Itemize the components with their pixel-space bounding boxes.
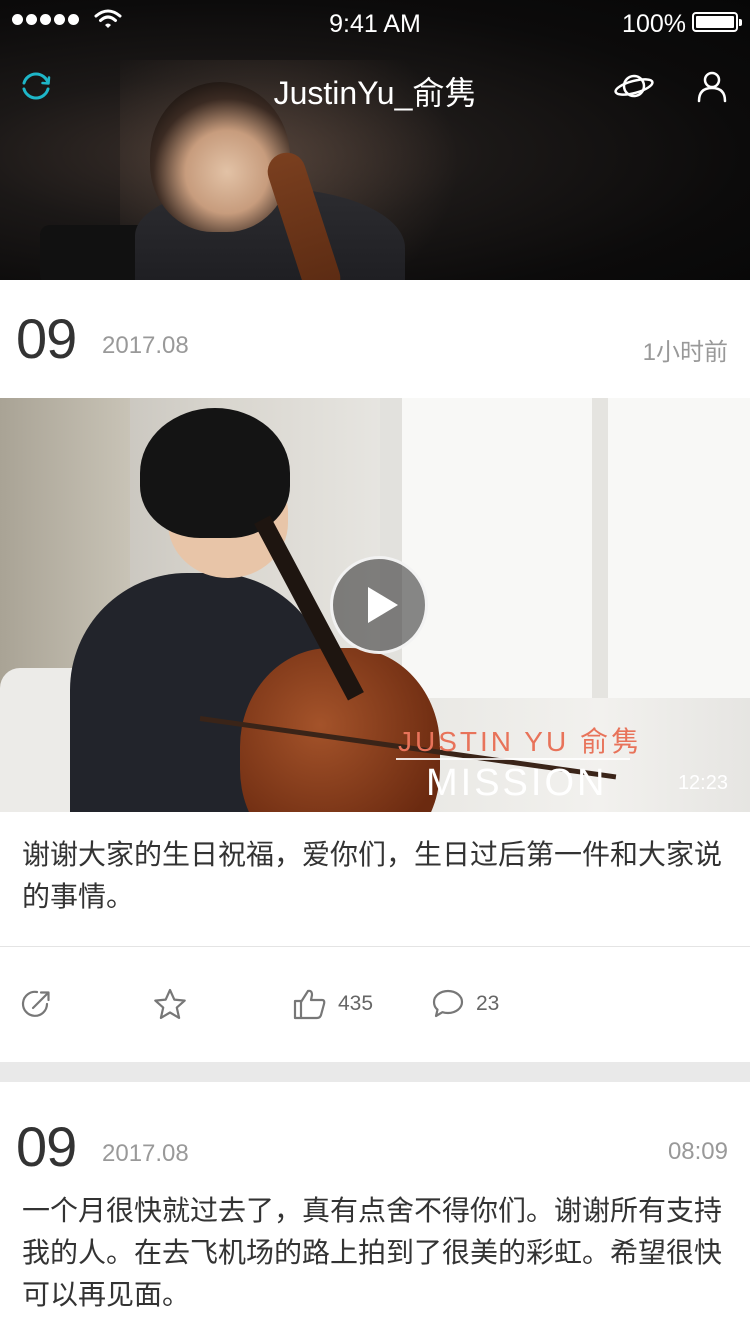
post-time-ago: 1小时前 <box>642 339 728 366</box>
feed-separator <box>0 1062 750 1082</box>
profile-button[interactable] <box>690 64 734 108</box>
post-day: 09 <box>16 307 77 370</box>
share-button[interactable] <box>20 984 54 1024</box>
like-count: 435 <box>338 992 374 1015</box>
share-icon <box>20 987 54 1021</box>
video-player[interactable]: JUSTIN YU 俞隽 MISSION 12:23 <box>0 398 750 812</box>
comment-icon <box>430 987 466 1021</box>
video-window <box>380 398 750 698</box>
comment-button[interactable]: 23 <box>430 984 499 1024</box>
comment-count: 23 <box>476 992 500 1015</box>
explore-button[interactable] <box>612 64 656 108</box>
user-icon <box>695 69 729 103</box>
nav-bar: JustinYu_俞隽 <box>0 44 750 132</box>
star-icon <box>152 987 188 1021</box>
post-caption: 一个月很快就过去了，真有点舍不得你们。谢谢所有支持我的人。在去飞机场的路上拍到了… <box>22 1195 723 1310</box>
favorite-button[interactable] <box>152 984 188 1024</box>
video-title-text: MISSION <box>426 762 608 804</box>
post-time: 08:09 <box>667 1138 728 1165</box>
post-divider <box>0 946 750 947</box>
post-year-month: 2017.08 <box>102 332 189 359</box>
post-year-month: 2017.08 <box>102 1140 189 1167</box>
post-caption: 谢谢大家的生日祝福，爱你们，生日过后第一件和大家说的事情。 <box>22 839 723 912</box>
video-duration: 12:23 <box>677 772 728 794</box>
video-brand-text: JUSTIN YU 俞隽 <box>398 726 642 757</box>
play-button[interactable] <box>330 556 428 654</box>
battery-icon <box>692 12 742 32</box>
play-icon <box>368 587 398 623</box>
thumbs-up-icon <box>292 987 328 1021</box>
like-button[interactable]: 435 <box>292 984 373 1024</box>
battery-percent: 100% <box>622 10 686 38</box>
status-bar: 9:41 AM 100% <box>0 0 750 44</box>
planet-icon <box>613 69 655 103</box>
video-brand-divider <box>396 758 630 760</box>
post-actions: 435 23 <box>0 966 750 1042</box>
post-1-header: 09 2017.08 1小时前 <box>0 280 750 398</box>
profile-header-hero: 9:41 AM 100% JustinYu_俞隽 <box>0 0 750 280</box>
post-day: 09 <box>16 1115 77 1178</box>
